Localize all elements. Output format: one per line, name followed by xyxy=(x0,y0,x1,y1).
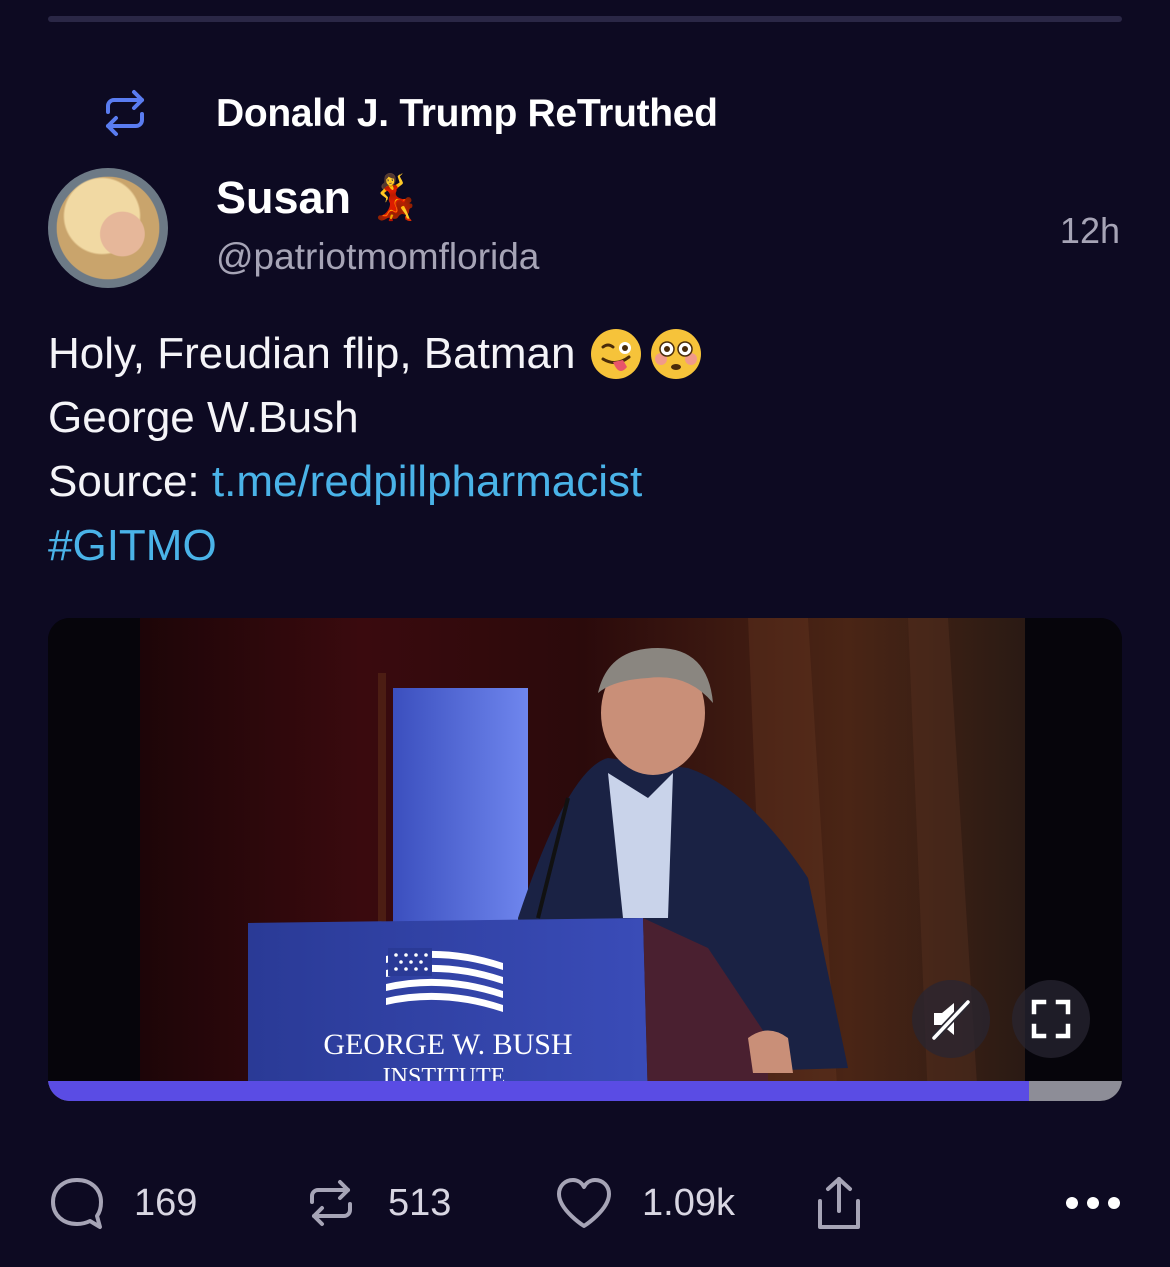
post-text-line-1: Holy, Freudian flip, Batman xyxy=(48,329,576,378)
retruth-count: 513 xyxy=(388,1181,452,1224)
dancer-emoji-icon: 💃 xyxy=(367,173,422,222)
retruth-icon xyxy=(106,90,144,136)
muted-speaker-icon xyxy=(931,999,971,1041)
post-actions-bar: 169 513 1.09k xyxy=(48,1170,1122,1236)
author-name-text: Susan xyxy=(216,172,352,223)
like-count: 1.09k xyxy=(642,1181,735,1224)
retruth-button[interactable]: 513 xyxy=(302,1170,451,1236)
reply-bubble-icon xyxy=(51,1178,103,1229)
video-progress-fill xyxy=(48,1081,1029,1101)
more-dots-icon xyxy=(1066,1197,1120,1209)
source-prefix: Source: xyxy=(48,457,212,506)
post-body: Holy, Freudian flip, Batman George W.Bus… xyxy=(48,322,703,578)
hashtag-link[interactable]: #GITMO xyxy=(48,514,703,578)
share-button[interactable] xyxy=(814,1170,864,1236)
more-options-button[interactable] xyxy=(1064,1170,1122,1236)
source-link[interactable]: t.me/redpillpharmacist xyxy=(212,450,642,514)
post-line-1: Holy, Freudian flip, Batman xyxy=(48,322,703,386)
mute-button[interactable] xyxy=(912,980,990,1058)
avatar[interactable] xyxy=(48,168,168,288)
author-display-name[interactable]: Susan 💃 xyxy=(216,172,422,224)
heart-icon xyxy=(557,1178,611,1228)
share-icon xyxy=(818,1177,860,1229)
post-line-2: George W.Bush xyxy=(48,393,359,442)
flushed-face-icon xyxy=(651,329,702,379)
retruth-indicator xyxy=(96,84,154,142)
retruth-label[interactable]: Donald J. Trump ReTruthed xyxy=(216,92,718,136)
video-progress-track[interactable] xyxy=(48,1081,1122,1101)
author-handle[interactable]: @patriotmomflorida xyxy=(216,236,539,278)
post-line-3: Source: t.me/redpillpharmacist xyxy=(48,450,703,514)
fullscreen-button[interactable] xyxy=(1012,980,1090,1058)
winking-tongue-face-icon xyxy=(591,329,642,379)
reply-count: 169 xyxy=(134,1181,198,1224)
podium-text-line-1: GEORGE W. BUSH xyxy=(323,1028,572,1061)
post-timestamp[interactable]: 12h xyxy=(1060,210,1120,252)
top-divider xyxy=(48,16,1122,22)
truth-post-page: Donald J. Trump ReTruthed Susan 💃 @patri… xyxy=(0,0,1170,1267)
retruth-action-icon xyxy=(310,1180,352,1226)
like-button[interactable]: 1.09k xyxy=(554,1170,735,1236)
reply-button[interactable]: 169 xyxy=(48,1170,197,1236)
fullscreen-icon xyxy=(1031,999,1071,1039)
